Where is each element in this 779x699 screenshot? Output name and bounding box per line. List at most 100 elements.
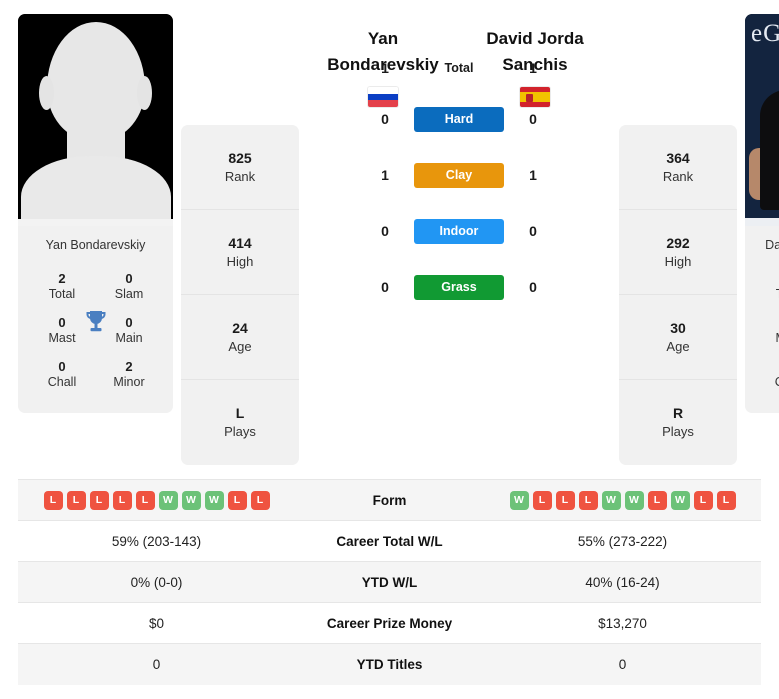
- form-badge-win[interactable]: W: [670, 490, 690, 510]
- stat-age-value-left: 24: [232, 319, 248, 336]
- stats-strip-left: 825 Rank 414 High 24 Age L Plays: [181, 125, 299, 465]
- titles-mast-label-left: Mast: [48, 331, 76, 346]
- stats-strip-right: 364 Rank 292 High 30 Age R Plays: [619, 125, 737, 465]
- stat-high-value-left: 414: [228, 234, 252, 251]
- form-badge-loss[interactable]: L: [66, 490, 86, 510]
- titles-total-label-left: Total: [48, 287, 76, 302]
- surface-pill-indoor[interactable]: Indoor: [414, 218, 504, 244]
- form-badge-loss[interactable]: L: [578, 490, 598, 510]
- stat-plays-label-right: Plays: [662, 424, 694, 440]
- stat-plays-left: L Plays: [181, 380, 299, 465]
- comparison-table: LLLLLWWWLL Form WLLLWWLWLL 59% (203-143)…: [18, 479, 761, 685]
- titles-grid-right: 2 Total 0 Slam 0 Mast 0 Main: [745, 265, 779, 413]
- stat-plays-value-right: R: [672, 405, 684, 422]
- player-card-name-right: David Jorda Sanchis: [765, 238, 779, 252]
- form-badge-win[interactable]: W: [158, 490, 178, 510]
- stat-high-left: 414 High: [181, 210, 299, 295]
- center-head-to-head-column: Yan Bondarevskiy David Jorda Sanchis 1 T…: [307, 14, 611, 315]
- player-photo-left: [18, 14, 173, 226]
- titles-total-label-right: Total: [763, 287, 779, 303]
- titles-grid-left: 2 Total 0 Slam 0 Mast 0 Main 0 Chall 2 M…: [18, 265, 173, 413]
- form-badge-win[interactable]: W: [181, 490, 201, 510]
- titles-slam-left: 0 Slam: [103, 271, 155, 303]
- table-row-ytd-wl: 0% (0-0) YTD W/L 40% (16-24): [18, 561, 761, 603]
- head-to-head-comparison-page: Yan Bondarevskiy 2 Total 0 Slam 0 Mast 0…: [0, 0, 779, 699]
- stat-high-value-right: 292: [666, 234, 690, 251]
- h2h-indoor-left: 0: [381, 223, 389, 239]
- top-comparison-area: Yan Bondarevskiy 2 Total 0 Slam 0 Mast 0…: [0, 0, 779, 465]
- h2h-grass-row: 0 Grass 0: [307, 259, 611, 315]
- stat-rank-label-right: Rank: [662, 168, 694, 184]
- form-badge-win[interactable]: W: [204, 490, 224, 510]
- titles-row-chall-minor-left: 0 Chall 2 Minor: [24, 355, 167, 399]
- h2h-clay-right: 1: [529, 167, 537, 183]
- form-badge-loss[interactable]: L: [555, 490, 575, 510]
- h2h-total-left: 1: [381, 60, 389, 76]
- surface-label-clay: Clay: [445, 168, 473, 182]
- h2h-indoor-row: 0 Indoor 0: [307, 203, 611, 259]
- player-photo-right: eG: [745, 14, 779, 226]
- stat-high-label-left: High: [226, 253, 254, 269]
- titles-slam-label-left: Slam: [114, 287, 144, 302]
- form-badge-loss[interactable]: L: [89, 490, 109, 510]
- titles-mast-value-left: 0: [58, 314, 66, 330]
- row-label-prize-money: Career Prize Money: [326, 615, 453, 631]
- surface-breakdown: 1 Total 1 0 Hard 0 1 Clay 1 0 Indoor 0 0…: [307, 43, 611, 315]
- titles-minor-left: 2 Minor: [103, 359, 155, 391]
- form-badges-left: LLLLLWWWLL: [18, 490, 295, 510]
- player-card-left[interactable]: Yan Bondarevskiy 2 Total 0 Slam 0 Mast 0…: [18, 14, 173, 413]
- titles-chall-left: 0 Chall: [36, 359, 88, 391]
- titles-chall-label-left: Chall: [47, 375, 77, 389]
- h2h-hard-right: 0: [529, 111, 537, 127]
- titles-slam-value-left: 0: [125, 271, 133, 286]
- career-wl-right: 55% (273-222): [577, 533, 668, 549]
- form-badge-win[interactable]: W: [624, 490, 644, 510]
- form-badge-loss[interactable]: L: [112, 490, 132, 510]
- h2h-clay-row: 1 Clay 1: [307, 147, 611, 203]
- h2h-grass-right: 0: [529, 279, 537, 295]
- form-badge-loss[interactable]: L: [43, 490, 63, 510]
- table-row-career-wl: 59% (203-143) Career Total W/L 55% (273-…: [18, 520, 761, 562]
- titles-chall-label-right: Chall: [763, 375, 779, 391]
- player-action-photo: eG: [745, 14, 779, 226]
- stat-rank-value-left: 825: [228, 149, 252, 166]
- titles-main-left: 0 Main: [103, 315, 155, 347]
- form-cell-right: WLLLWWLWLL: [484, 480, 761, 521]
- form-cell-left: LLLLLWWWLL: [18, 480, 295, 521]
- h2h-indoor-right: 0: [529, 223, 537, 239]
- stat-rank-value-right: 364: [666, 149, 690, 166]
- h2h-hard-row: 0 Hard 0: [307, 91, 611, 147]
- titles-mast-left: 0 Mast: [36, 315, 88, 347]
- prize-money-right: $13,270: [598, 615, 647, 631]
- career-wl-left: 59% (203-143): [111, 533, 202, 549]
- form-badge-win[interactable]: W: [601, 490, 621, 510]
- form-badge-loss[interactable]: L: [693, 490, 713, 510]
- surface-pill-hard[interactable]: Hard: [414, 106, 504, 132]
- ytd-wl-right: 40% (16-24): [585, 574, 660, 590]
- ytd-titles-right: 0: [618, 656, 627, 672]
- form-badges-right: WLLLWWLWLL: [484, 490, 761, 510]
- row-label-form: Form: [372, 492, 407, 508]
- stat-rank-left: 825 Rank: [181, 125, 299, 210]
- surface-pill-grass[interactable]: Grass: [414, 274, 504, 300]
- titles-chall-value-right: 0: [763, 359, 779, 375]
- h2h-clay-left: 1: [381, 167, 389, 183]
- surface-label-indoor: Indoor: [439, 224, 479, 238]
- form-badge-loss[interactable]: L: [135, 490, 155, 510]
- form-badge-loss[interactable]: L: [532, 490, 552, 510]
- form-badge-loss[interactable]: L: [716, 490, 736, 510]
- stat-rank-label-left: Rank: [224, 168, 256, 184]
- form-badge-loss[interactable]: L: [250, 490, 270, 510]
- form-badge-win[interactable]: W: [509, 490, 529, 510]
- h2h-total-row: 1 Total 1: [307, 45, 611, 91]
- form-badge-loss[interactable]: L: [227, 490, 247, 510]
- surface-pill-clay[interactable]: Clay: [414, 162, 504, 188]
- stat-age-label-left: Age: [228, 338, 252, 354]
- stat-age-left: 24 Age: [181, 295, 299, 380]
- form-badge-loss[interactable]: L: [647, 490, 667, 510]
- trophy-icon: [86, 311, 105, 332]
- titles-mast-right: 0 Mast: [763, 315, 779, 347]
- player-card-right[interactable]: eG David Jorda Sanchis: [745, 14, 779, 413]
- titles-row-chall-minor-right: 0 Chall 2 Minor: [751, 355, 779, 399]
- surface-label-hard: Hard: [444, 112, 474, 126]
